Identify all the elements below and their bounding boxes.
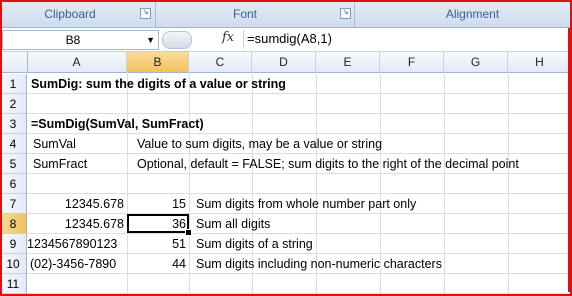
cell-c10[interactable]: Sum digits including non-numeric charact… <box>196 254 442 273</box>
row-header-3[interactable]: 3 <box>0 114 27 134</box>
column-header-d[interactable]: D <box>252 52 316 72</box>
column-header-a[interactable]: A <box>27 52 127 72</box>
clipboard-launcher-icon[interactable]: ↘ <box>140 8 151 19</box>
sheet-row: SumVal Value to sum digits, may be a val… <box>27 134 572 154</box>
row-header-8[interactable]: 8 <box>0 214 27 234</box>
column-header-g[interactable]: G <box>444 52 508 72</box>
insert-function-icon[interactable]: fx <box>222 30 234 45</box>
ribbon-separator <box>155 0 156 27</box>
ribbon-group-strip: Clipboard ↘ Font ↘ Alignment <box>0 0 572 28</box>
sheet-row: (02)-3456-7890 44 Sum digits including n… <box>27 254 572 274</box>
cell-b10[interactable]: 44 <box>127 254 186 273</box>
active-cell-selection[interactable] <box>127 214 189 233</box>
fill-handle[interactable] <box>185 229 192 236</box>
column-header-bar: A B C D E F G H <box>0 52 572 73</box>
cell-c7[interactable]: Sum digits from whole number part only <box>196 194 416 213</box>
worksheet-grid: A B C D E F G H 1 2 3 4 5 6 7 8 9 10 11 … <box>0 52 572 296</box>
sheet-row: =SumDig(SumVal, SumFract) <box>27 114 572 134</box>
font-launcher-icon[interactable]: ↘ <box>340 8 351 19</box>
row-header-9[interactable]: 9 <box>0 234 27 254</box>
cell-a3[interactable]: =SumDig(SumVal, SumFract) <box>31 114 204 133</box>
ribbon-group-font[interactable]: Font <box>160 5 330 23</box>
column-header-f[interactable]: F <box>380 52 444 72</box>
sheet-row <box>27 94 572 114</box>
row-header-11[interactable]: 11 <box>0 274 27 294</box>
cell-b9[interactable]: 51 <box>127 234 186 253</box>
formula-bar: B8 ▼ fx =sumdig(A8,1) <box>0 28 572 52</box>
cell-c8[interactable]: Sum all digits <box>196 214 270 233</box>
select-all-corner[interactable] <box>0 52 28 72</box>
ribbon-group-alignment[interactable]: Alignment <box>360 5 572 23</box>
sheet-row: SumDig: sum the digits of a value or str… <box>27 74 572 94</box>
cell-a9[interactable]: 1234567890123 <box>27 234 117 253</box>
sheet-row: SumFract Optional, default = FALSE; sum … <box>27 154 572 174</box>
ribbon-separator <box>354 0 355 27</box>
sheet-row <box>27 274 572 294</box>
column-header-c[interactable]: C <box>189 52 252 72</box>
name-box[interactable]: B8 ▼ <box>2 30 159 50</box>
cell-a5[interactable]: SumFract <box>33 154 87 173</box>
ribbon-group-clipboard[interactable]: Clipboard <box>0 5 140 23</box>
sheet-row <box>27 174 572 194</box>
formula-separator <box>243 30 244 49</box>
cell-a8[interactable]: 12345.678 <box>27 214 124 233</box>
column-header-e[interactable]: E <box>316 52 380 72</box>
cell-a4[interactable]: SumVal <box>33 134 76 153</box>
sheet-row: 1234567890123 51 Sum digits of a string <box>27 234 572 254</box>
formula-input[interactable]: =sumdig(A8,1) <box>247 30 567 48</box>
formula-bar-resize-handle[interactable] <box>162 31 192 49</box>
cell-a1[interactable]: SumDig: sum the digits of a value or str… <box>31 74 286 93</box>
dropdown-arrow-icon[interactable]: ▼ <box>146 31 155 49</box>
cell-c9[interactable]: Sum digits of a string <box>196 234 313 253</box>
row-header-6[interactable]: 6 <box>0 174 27 194</box>
row-header-7[interactable]: 7 <box>0 194 27 214</box>
highlight-frame-edge <box>568 28 570 292</box>
row-header-4[interactable]: 4 <box>0 134 27 154</box>
cell-b7[interactable]: 15 <box>127 194 186 213</box>
name-box-value: B8 <box>65 33 81 47</box>
row-header-10[interactable]: 10 <box>0 254 27 274</box>
cell-a10[interactable]: (02)-3456-7890 <box>30 254 116 273</box>
cell-a7[interactable]: 12345.678 <box>27 194 124 213</box>
sheet-row: 12345.678 15 Sum digits from whole numbe… <box>27 194 572 214</box>
sheet-row: 12345.678 36 Sum all digits <box>27 214 572 234</box>
row-header-5[interactable]: 5 <box>0 154 27 174</box>
cell-b4[interactable]: Value to sum digits, may be a value or s… <box>137 134 382 153</box>
column-header-b[interactable]: B <box>127 52 189 72</box>
row-header-2[interactable]: 2 <box>0 94 27 114</box>
row-header-1[interactable]: 1 <box>0 74 27 94</box>
column-header-h[interactable]: H <box>508 52 572 72</box>
cell-b5[interactable]: Optional, default = FALSE; sum digits to… <box>137 154 519 173</box>
